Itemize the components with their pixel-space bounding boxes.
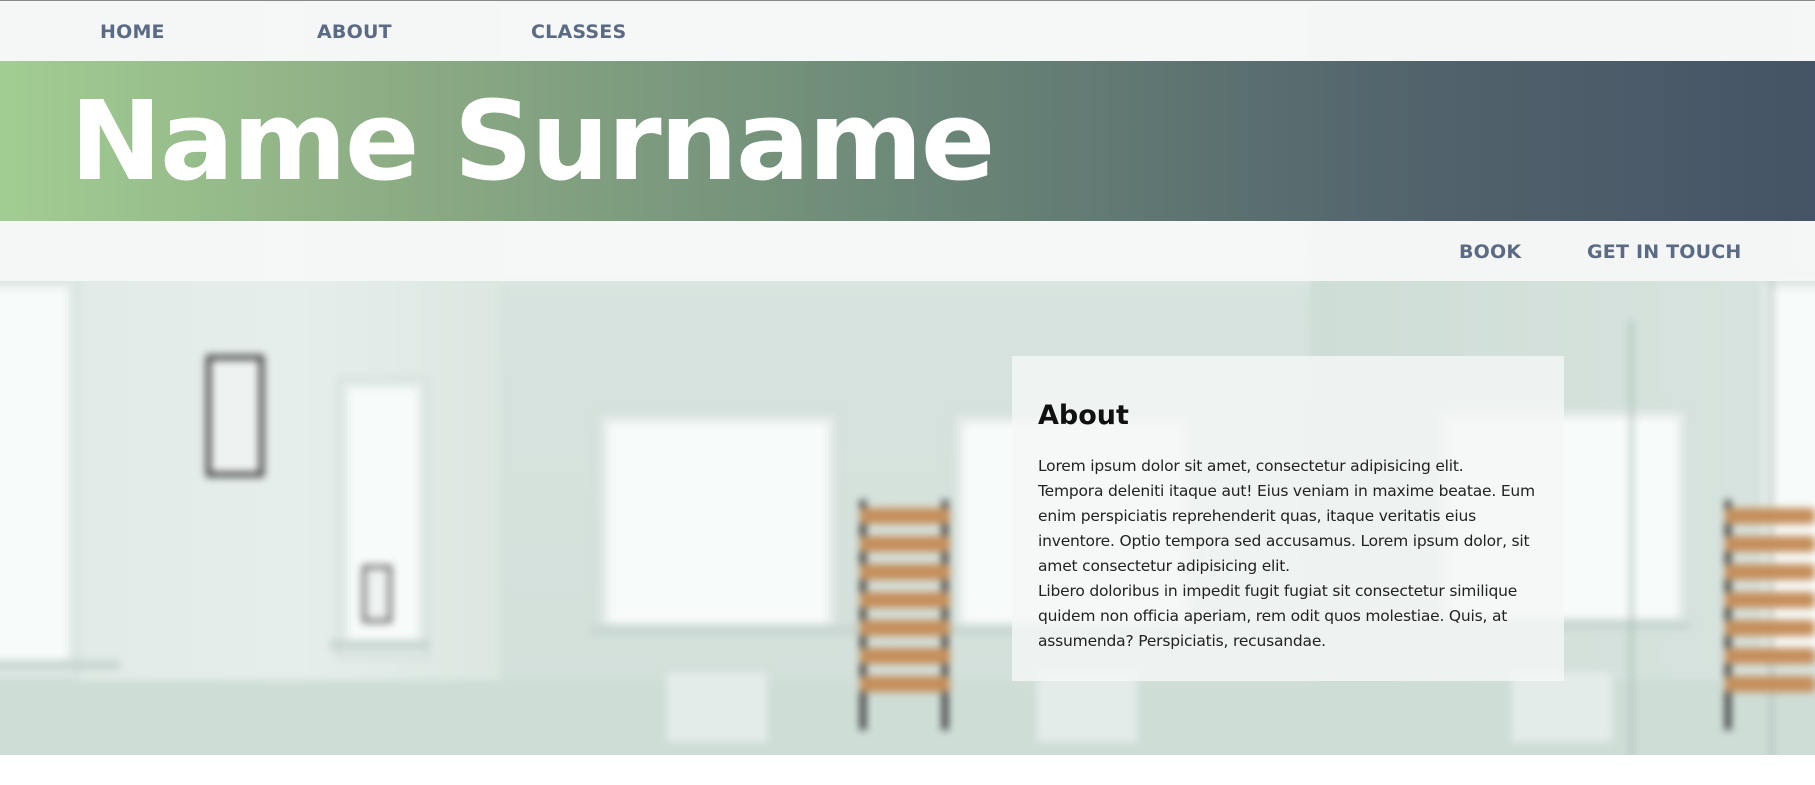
header-banner: Name Surname <box>0 61 1815 221</box>
nav-link-classes[interactable]: CLASSES <box>531 21 626 43</box>
page-title: Name Surname <box>70 77 995 205</box>
about-paragraph: Lorem ipsum dolor sit amet, consectetur … <box>1038 454 1538 654</box>
secondary-navigation: BOOK GET IN TOUCH <box>0 221 1815 281</box>
nav-link-book[interactable]: BOOK <box>1459 241 1521 263</box>
nav-link-about[interactable]: ABOUT <box>317 21 392 43</box>
page: HOME ABOUT CLASSES Name Surname BOOK GET… <box>0 0 1815 785</box>
about-heading: About <box>1038 400 1129 431</box>
about-paragraph-part-1: Lorem ipsum dolor sit amet, consectetur … <box>1038 457 1535 575</box>
about-card: About Lorem ipsum dolor sit amet, consec… <box>1012 356 1564 681</box>
nav-link-home[interactable]: HOME <box>100 21 165 43</box>
about-paragraph-part-2: Libero doloribus in impedit fugit fugiat… <box>1038 582 1518 650</box>
top-navigation: HOME ABOUT CLASSES <box>0 0 1815 61</box>
nav-link-get-in-touch[interactable]: GET IN TOUCH <box>1587 241 1742 263</box>
